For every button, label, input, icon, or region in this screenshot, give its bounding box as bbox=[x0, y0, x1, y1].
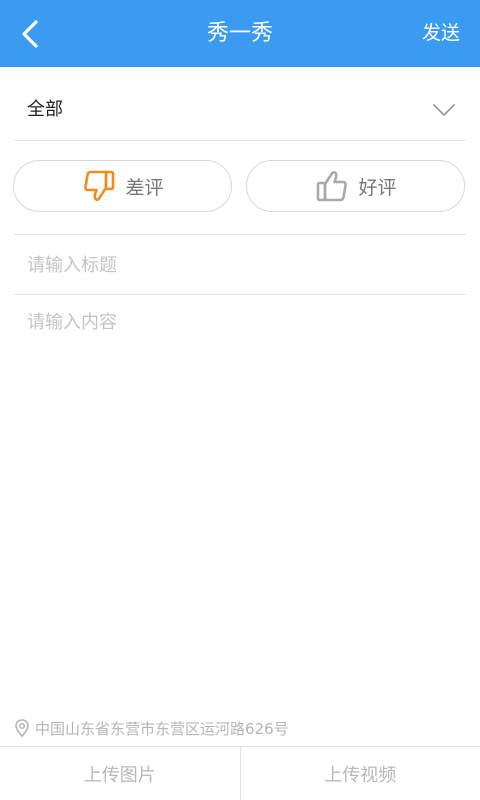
good-review-button[interactable]: 好评 bbox=[246, 160, 465, 212]
location-text: 中国山东省东营市东营区运河路626号 bbox=[35, 719, 289, 738]
title-input[interactable] bbox=[14, 236, 466, 294]
bad-review-button[interactable]: 差评 bbox=[13, 160, 232, 212]
thumbs-up-icon bbox=[317, 171, 348, 202]
compose-screen: 秀一秀 发送 全部 差评 好评 中国山东省东营市东营区运河 bbox=[0, 0, 480, 800]
content-input[interactable] bbox=[14, 302, 466, 702]
page-title: 秀一秀 bbox=[206, 21, 273, 46]
thumbs-down-icon bbox=[84, 170, 115, 201]
category-select[interactable]: 全部 bbox=[14, 80, 466, 141]
bad-review-label: 差评 bbox=[125, 176, 164, 199]
location-info: 中国山东省东营市东营区运河路626号 bbox=[14, 716, 289, 740]
send-button[interactable]: 发送 bbox=[422, 0, 460, 67]
divider bbox=[14, 294, 466, 295]
divider bbox=[14, 234, 466, 235]
chevron-down-icon bbox=[433, 104, 455, 116]
app-header: 秀一秀 发送 bbox=[0, 0, 480, 67]
category-selected-value: 全部 bbox=[27, 99, 63, 120]
location-pin-icon bbox=[15, 719, 29, 737]
good-review-label: 好评 bbox=[358, 176, 397, 199]
upload-image-button[interactable]: 上传图片 bbox=[0, 747, 240, 800]
upload-video-button[interactable]: 上传视频 bbox=[241, 747, 480, 800]
bottom-toolbar: 上传图片 上传视频 bbox=[0, 746, 480, 800]
